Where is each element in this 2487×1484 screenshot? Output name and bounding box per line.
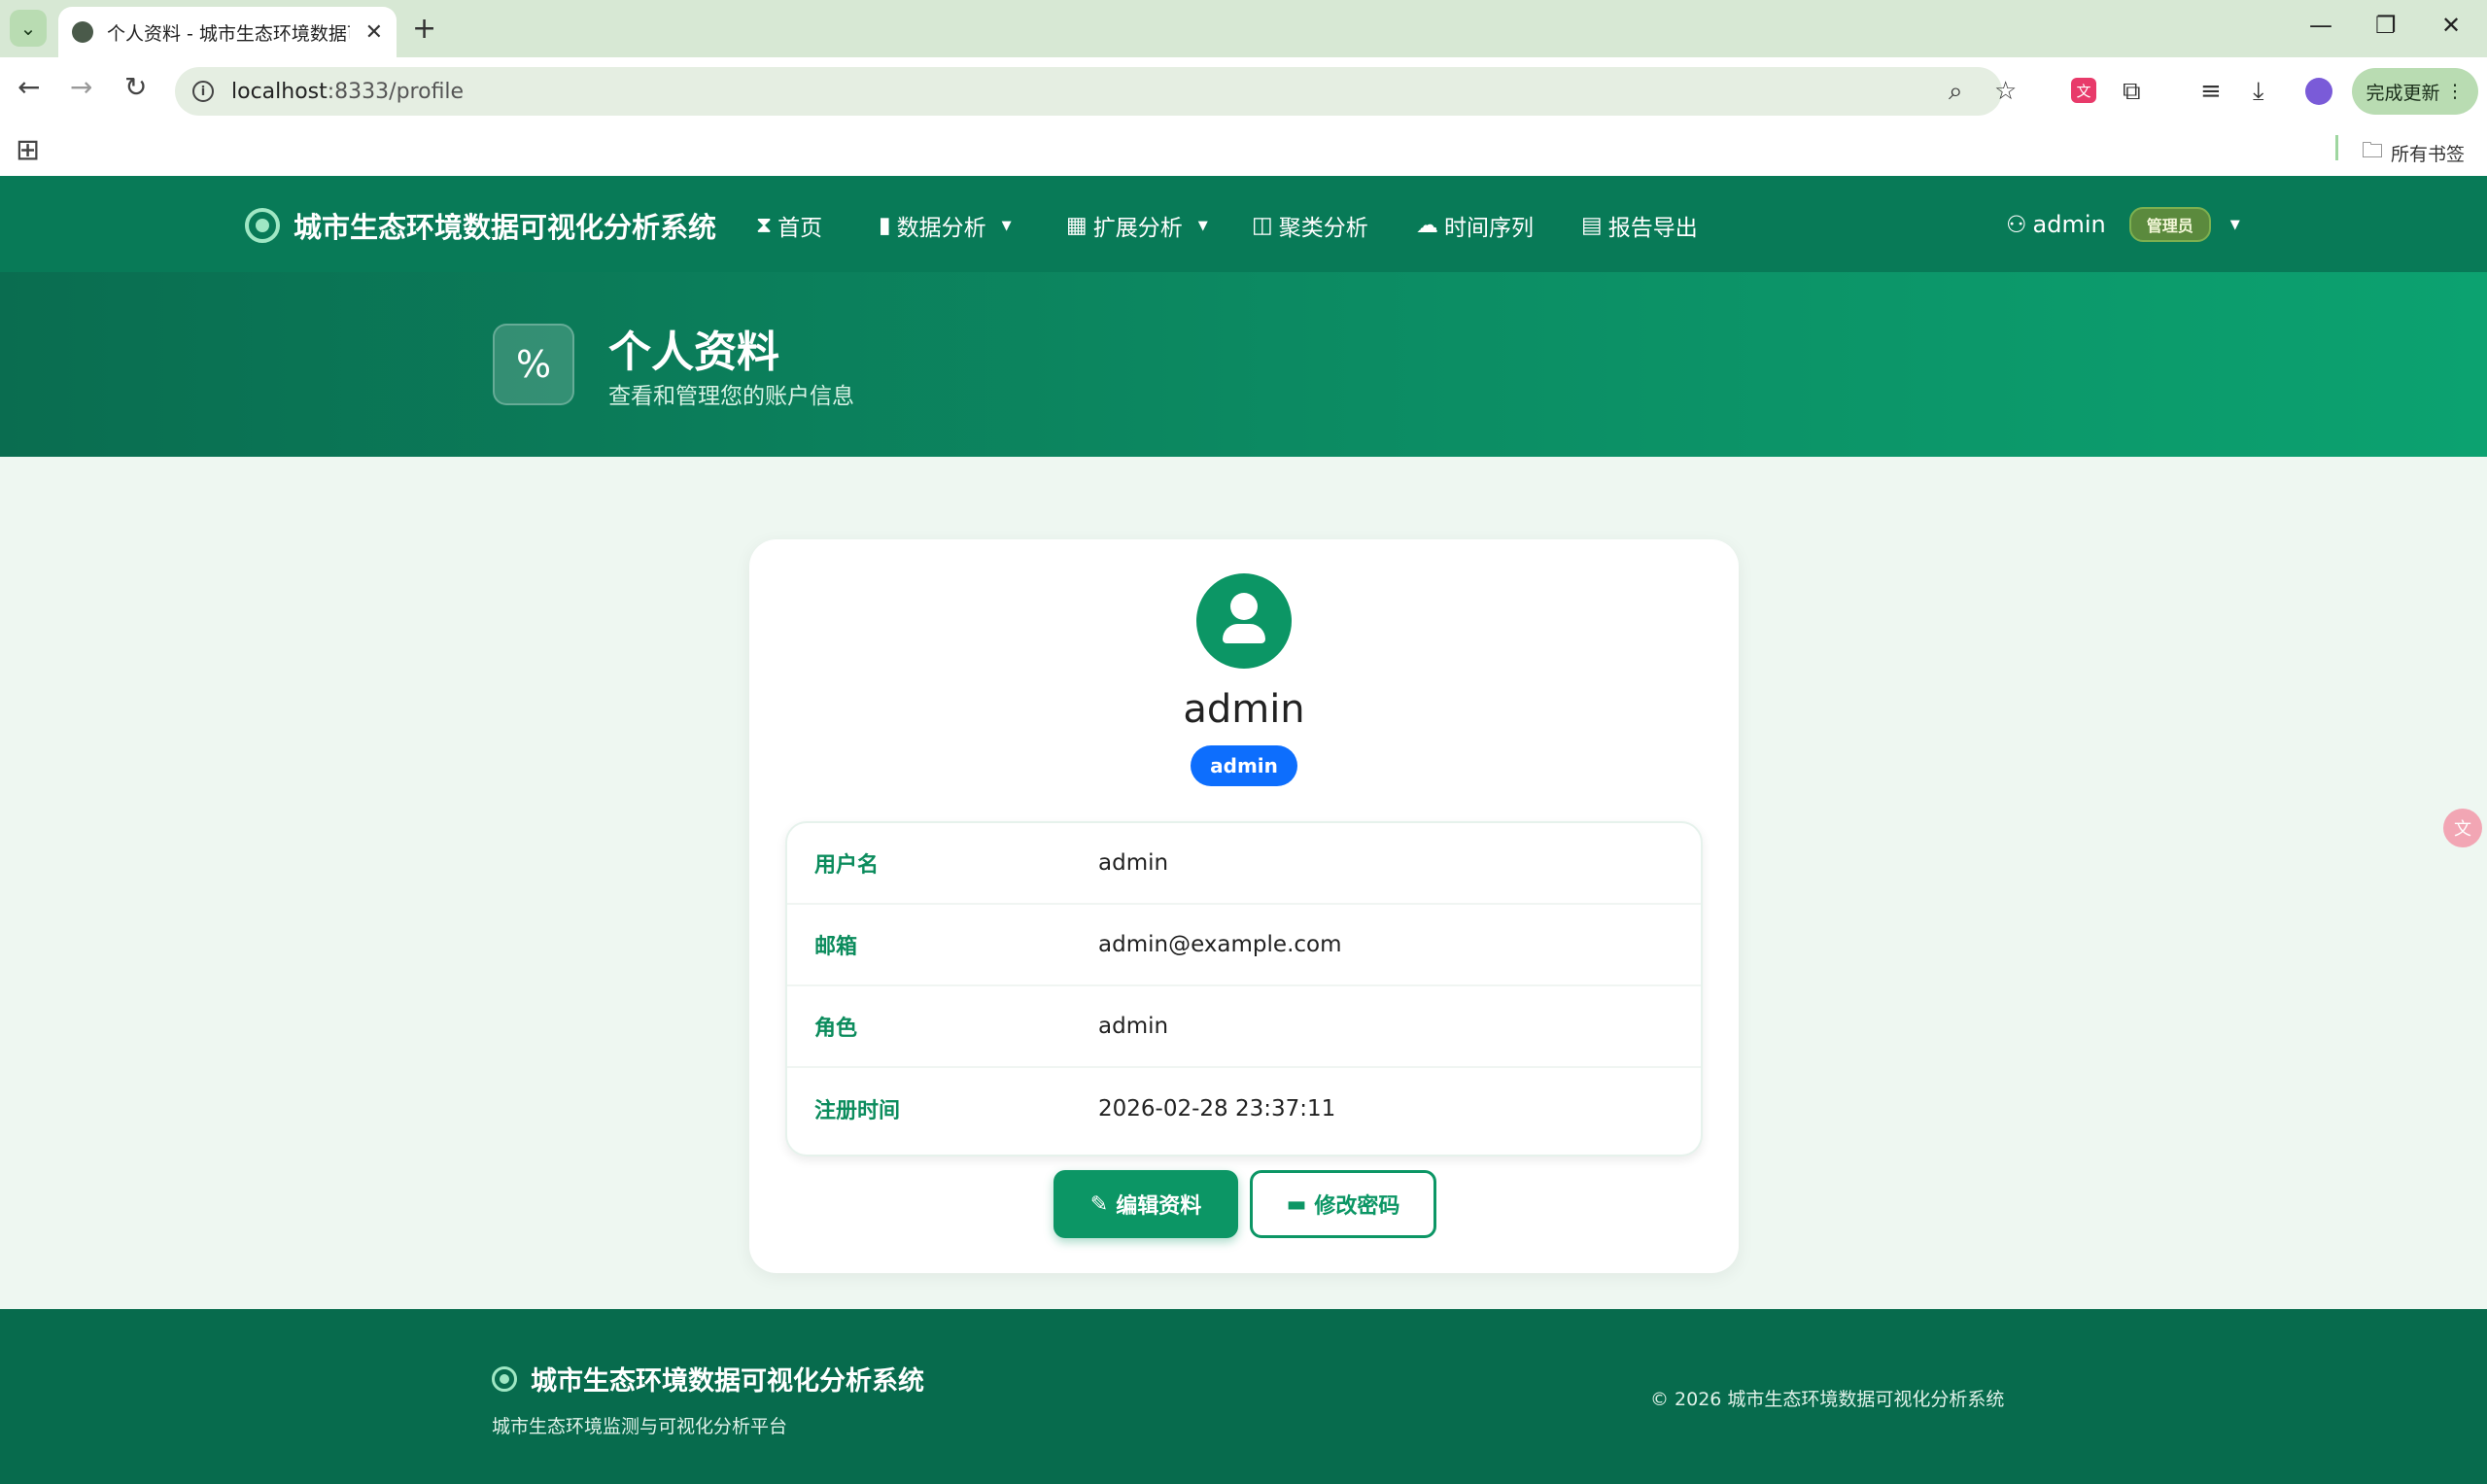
footer-copyright: © 2026 城市生态环境数据可视化分析系统 — [1650, 1389, 2005, 1410]
address-url: localhost:8333/profile — [231, 79, 465, 104]
close-icon[interactable]: ✕ — [365, 20, 383, 45]
table-row: 注册时间 2026-02-28 23:37:11 — [787, 1068, 1701, 1150]
bookmark-star-icon[interactable]: ☆ — [1994, 77, 2017, 106]
profile-avatar-icon[interactable] — [2305, 78, 2332, 105]
bookmarks-divider — [2335, 135, 2338, 160]
page-header: % 个人资料 查看和管理您的账户信息 — [0, 272, 2487, 457]
user-avatar-icon — [1196, 573, 1292, 669]
profile-card: admin admin 用户名 admin 邮箱 admin@example.c… — [749, 539, 1739, 1273]
restore-icon[interactable]: ❐ — [2375, 12, 2397, 39]
apps-grid-icon[interactable]: ⊞ — [16, 133, 40, 167]
site-info-icon[interactable]: i — [192, 81, 214, 102]
profile-name: admin — [1183, 687, 1305, 732]
caret-down-icon: ▼ — [2229, 217, 2240, 232]
back-arrow-icon[interactable]: ← — [17, 71, 40, 103]
pencil-icon: ✎ — [1089, 1191, 1109, 1217]
caret-down-icon: ▼ — [1197, 218, 1208, 233]
globe-icon — [72, 21, 93, 43]
bookmarks-bar: ⊞ 🗀 所有书签 — [0, 125, 2487, 176]
eco-logo-icon — [245, 208, 280, 243]
nav-item-home[interactable]: ⧗ 首页 — [756, 209, 822, 242]
brand-title: 城市生态环境数据可视化分析系统 — [294, 211, 717, 244]
field-value-email: admin@example.com — [1098, 932, 1342, 957]
browser-tab-active[interactable]: 个人资料 - 城市生态环境数据可视化分析系统 ✕ — [58, 7, 397, 57]
download-icon[interactable]: ⤓ — [2253, 77, 2264, 107]
zoom-icon[interactable]: ⌕ — [1949, 77, 1963, 107]
extensions-puzzle-icon[interactable]: ⧉ — [2123, 77, 2141, 107]
reload-icon[interactable]: ↻ — [124, 71, 147, 103]
laptop-icon: ▬ — [1286, 1191, 1307, 1217]
all-bookmarks-button[interactable]: 🗀 所有书签 — [2362, 134, 2465, 171]
address-bar[interactable]: i localhost:8333/profile ⌕ ☆ — [175, 67, 2017, 116]
field-label-role: 角色 — [814, 1017, 858, 1041]
eco-logo-icon — [492, 1365, 517, 1392]
role-badge: 管理员 — [2128, 207, 2211, 242]
field-label-username: 用户名 — [814, 853, 880, 878]
browser-tabstrip: ⌄ 个人资料 - 城市生态环境数据可视化分析系统 ✕ + — ❐ ✕ — [0, 0, 2487, 57]
footer-tagline: 城市生态环境监测与可视化分析平台 — [492, 1416, 788, 1437]
table-row: 邮箱 admin@example.com — [787, 905, 1701, 986]
update-button[interactable]: 完成更新 ⋮ — [2352, 68, 2478, 115]
media-queue-icon[interactable]: ≡ — [2200, 77, 2222, 106]
hourglass-icon: ⧗ — [756, 213, 773, 238]
field-label-registered: 注册时间 — [814, 1099, 901, 1123]
tab-title: 个人资料 - 城市生态环境数据可视化分析系统 — [107, 22, 350, 45]
field-value-role: admin — [1098, 1014, 1169, 1039]
grid-icon: ▦ — [1066, 213, 1088, 238]
nav-item-extended-analysis[interactable]: ▦ 扩展分析 ▼ — [1066, 209, 1208, 242]
change-password-button[interactable]: ▬ 修改密码 — [1250, 1170, 1436, 1238]
document-icon: ▤ — [1581, 213, 1603, 238]
user-name: admin — [2032, 211, 2106, 238]
profile-info-table: 用户名 admin 邮箱 admin@example.com 角色 admin … — [785, 821, 1703, 1156]
nav-item-data-analysis[interactable]: ▮ 数据分析 ▼ — [879, 209, 1012, 242]
profile-role-badge: admin — [1191, 745, 1297, 786]
window-close-icon[interactable]: ✕ — [2441, 12, 2461, 39]
translate-extension-icon[interactable]: 文 — [2071, 78, 2096, 103]
app-navbar: 城市生态环境数据可视化分析系统 ⧗ 首页 ▮ 数据分析 ▼ ▦ 扩展分析 ▼ ◫ 聚类分析 … — [0, 176, 2487, 272]
site-footer: 城市生态环境数据可视化分析系统 城市生态环境监测与可视化分析平台 © 2026 … — [0, 1309, 2487, 1484]
tab-search-chevron-icon[interactable]: ⌄ — [10, 10, 47, 47]
brand-link[interactable]: 城市生态环境数据可视化分析系统 — [245, 205, 716, 246]
table-row: 用户名 admin — [787, 823, 1701, 905]
field-label-email: 邮箱 — [814, 935, 858, 959]
user-dropdown[interactable]: ⚇ admin 管理员 ▼ — [2006, 207, 2240, 242]
nav-item-cluster-analysis[interactable]: ◫ 聚类分析 — [1252, 209, 1368, 242]
bar-chart-icon: ▮ — [879, 213, 891, 238]
user-gear-icon: ⚇ — [2006, 211, 2027, 238]
cloud-icon: ☁ — [1416, 213, 1438, 238]
folder-icon: 🗀 — [2362, 139, 2384, 163]
panel-icon: ◫ — [1252, 213, 1273, 238]
field-value-username: admin — [1098, 850, 1169, 876]
page-title: 个人资料 — [608, 328, 779, 377]
percent-icon: % — [493, 324, 574, 405]
field-value-registered: 2026-02-28 23:37:11 — [1098, 1096, 1336, 1122]
new-tab-plus-icon[interactable]: + — [412, 12, 436, 46]
footer-brand: 城市生态环境数据可视化分析系统 — [492, 1360, 924, 1398]
nav-item-report-export[interactable]: ▤ 报告导出 — [1581, 209, 1698, 242]
translate-float-icon[interactable]: 文 — [2443, 809, 2482, 847]
caret-down-icon: ▼ — [1001, 218, 1012, 233]
edit-profile-button[interactable]: ✎ 编辑资料 — [1054, 1170, 1238, 1238]
browser-toolbar: ← → ↻ i localhost:8333/profile ⌕ ☆ 文 ⧉ ≡… — [0, 57, 2487, 125]
table-row: 角色 admin — [787, 986, 1701, 1068]
minimize-icon[interactable]: — — [2309, 12, 2332, 39]
nav-item-time-series[interactable]: ☁ 时间序列 — [1416, 209, 1534, 242]
page-subtitle: 查看和管理您的账户信息 — [608, 384, 854, 409]
forward-arrow-icon[interactable]: → — [70, 71, 92, 103]
